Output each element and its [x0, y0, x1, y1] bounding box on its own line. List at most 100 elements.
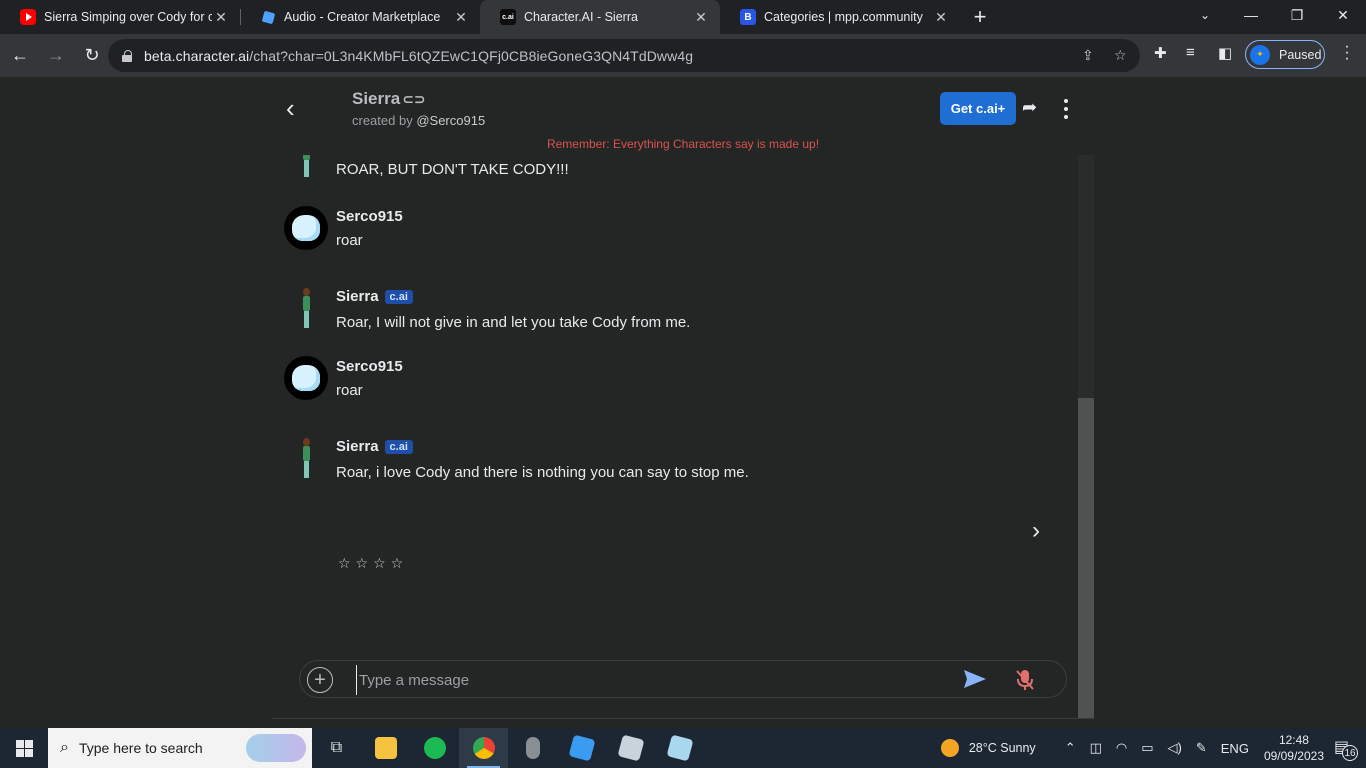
meet-now-icon[interactable]: ◫: [1090, 740, 1102, 756]
side-panel-icon[interactable]: ◧: [1218, 44, 1232, 62]
back-icon[interactable]: ←: [4, 40, 36, 72]
character-avatar[interactable]: [284, 155, 328, 179]
chevron-up-icon[interactable]: ⌃: [1065, 740, 1076, 756]
character-avatar[interactable]: [284, 286, 328, 330]
message-item: Sierra c.ai Roar, I will not give in and …: [284, 286, 1044, 336]
user-avatar[interactable]: [284, 356, 328, 400]
roblox-player-icon[interactable]: [606, 728, 655, 768]
search-icon: ⌕: [60, 739, 69, 756]
message-author: Serco915: [336, 358, 403, 375]
battery-icon[interactable]: ▭: [1141, 740, 1153, 756]
share-icon[interactable]: ➦: [1022, 97, 1037, 118]
chrome-menu-icon[interactable]: · · ·: [1340, 39, 1354, 67]
weather-widget[interactable]: 28°C Sunny: [940, 739, 1036, 757]
disclaimer-text: Remember: Everything Characters say is m…: [546, 137, 820, 151]
character-name[interactable]: Sierra ⊂⊃: [352, 89, 426, 109]
file-explorer-icon[interactable]: [361, 728, 410, 768]
mpp-community-icon: B: [740, 9, 756, 25]
plus-circle-icon[interactable]: +: [307, 667, 333, 693]
message-author: Sierra c.ai: [336, 438, 413, 455]
chevron-left-icon[interactable]: ‹: [286, 95, 308, 121]
tab-title: Categories | mpp.community: [764, 10, 923, 24]
new-tab-button[interactable]: +: [960, 0, 1000, 34]
chat-page: ‹ Sierra ⊂⊃ created by @Serco915 Get c.ai…: [0, 77, 1366, 728]
message-list[interactable]: ROAR, BUT DON'T TAKE CODY!!! Serco915 ro…: [272, 155, 1094, 719]
profile-status: Paused: [1279, 47, 1322, 62]
message-text: Roar, I will not give in and let you tak…: [336, 314, 691, 331]
roblox-studio-icon[interactable]: [557, 728, 606, 768]
user-avatar[interactable]: [284, 206, 328, 250]
share-page-icon[interactable]: ⇪: [1082, 47, 1094, 64]
close-tab-icon[interactable]: ✕: [692, 9, 710, 26]
task-view-icon[interactable]: ⧉: [312, 728, 361, 768]
message-item: Sierra c.ai Roar, i love Cody and there i…: [284, 436, 1044, 486]
notification-count: 16: [1342, 745, 1358, 761]
tab-youtube[interactable]: Sierra Simping over Cody for ove ✕: [0, 0, 240, 34]
url-text[interactable]: beta.character.ai/chat?char=0L3n4KMbFL6t…: [144, 48, 693, 64]
chrome-icon[interactable]: [459, 728, 508, 768]
message-text: roar: [336, 232, 363, 249]
roblox-app-icon[interactable]: [655, 728, 704, 768]
message-text: roar: [336, 382, 363, 399]
cai-badge: c.ai: [384, 289, 413, 304]
link-icon[interactable]: ⊂⊃: [402, 91, 425, 107]
character-avatar[interactable]: [284, 436, 328, 480]
search-highlight-image: [246, 734, 306, 762]
clock-time: 12:48: [1278, 733, 1309, 747]
tab-creator-marketplace[interactable]: Audio - Creator Marketplace ✕: [240, 0, 480, 34]
message-text: Roar, i love Cody and there is nothing y…: [336, 464, 749, 481]
created-by: created by @Serco915: [352, 113, 486, 128]
avatar: ✦: [1250, 44, 1270, 65]
message-item: Serco915 roar: [284, 206, 1044, 256]
close-window-icon[interactable]: ✕: [1320, 0, 1366, 30]
windows-logo-icon: [15, 739, 33, 757]
taskbar-search[interactable]: ⌕ Type here to search: [48, 728, 312, 768]
clock-date: 09/09/2023: [1263, 749, 1324, 763]
message-author: Sierra c.ai: [336, 288, 413, 305]
profile-button[interactable]: ✦ Paused: [1245, 40, 1325, 69]
tab-strip: Sierra Simping over Cody for ove ✕ Audio…: [0, 0, 1366, 34]
send-icon[interactable]: [962, 668, 988, 690]
weather-text: 28°C Sunny: [968, 741, 1036, 755]
tab-search-icon[interactable]: ⌄: [1190, 0, 1220, 30]
chevron-right-icon[interactable]: ›: [1032, 517, 1040, 545]
address-bar[interactable]: beta.character.ai/chat?char=0L3n4KMbFL6t…: [108, 39, 1140, 72]
wifi-icon[interactable]: ◠: [1116, 740, 1127, 756]
media-control-icon[interactable]: ≡: [1186, 44, 1195, 61]
volume-icon[interactable]: ◁): [1168, 740, 1182, 756]
search-placeholder: Type here to search: [78, 740, 203, 756]
cai-badge: c.ai: [384, 439, 413, 454]
message-input[interactable]: [356, 665, 946, 695]
system-tray: 28°C Sunny ⌃ ◫ ◠ ▭ ◁) ✎ ENG 12:48 09/09/…: [940, 728, 1366, 768]
minimize-icon[interactable]: —: [1228, 0, 1274, 30]
mic-off-icon[interactable]: [1014, 668, 1036, 692]
more-options-icon[interactable]: [1060, 99, 1072, 119]
message-item: Serco915 roar: [284, 356, 1044, 406]
sun-icon: [940, 739, 959, 757]
message-author: Serco915: [336, 208, 403, 225]
rating-stars[interactable]: ☆☆☆☆: [338, 555, 408, 572]
close-tab-icon[interactable]: ✕: [932, 9, 950, 26]
get-cai-plus-button[interactable]: Get c.ai+: [940, 92, 1016, 125]
scrollbar-thumb[interactable]: [1078, 398, 1094, 718]
spotify-icon[interactable]: [410, 728, 459, 768]
bookmark-star-icon[interactable]: ☆: [1114, 47, 1127, 64]
creator-handle[interactable]: @Serco915: [416, 113, 485, 128]
message-text: ROAR, BUT DON'T TAKE CODY!!!: [336, 161, 569, 178]
clock[interactable]: 12:48 09/09/2023: [1264, 732, 1324, 764]
restore-icon[interactable]: ❐: [1274, 0, 1320, 30]
close-tab-icon[interactable]: ✕: [452, 9, 470, 26]
mouse-app-icon[interactable]: [508, 728, 557, 768]
reload-icon[interactable]: ↻: [76, 40, 108, 72]
start-button[interactable]: [0, 728, 48, 768]
lock-icon[interactable]: [122, 50, 132, 62]
language-indicator[interactable]: ENG: [1221, 741, 1249, 756]
windows-taskbar: ⌕ Type here to search ⧉ 28°C Sunny ⌃ ◫ ◠…: [0, 728, 1366, 768]
tab-mpp-community[interactable]: B Categories | mpp.community ✕: [720, 0, 960, 34]
close-tab-icon[interactable]: ✕: [212, 9, 230, 26]
forward-icon[interactable]: →: [40, 40, 72, 72]
notification-center-icon[interactable]: 16 ▤: [1334, 737, 1358, 761]
extensions-icon[interactable]: ✚: [1154, 44, 1167, 62]
tab-character-ai[interactable]: c.ai Character.AI - Sierra ✕: [480, 0, 720, 34]
pen-icon[interactable]: ✎: [1196, 740, 1207, 756]
